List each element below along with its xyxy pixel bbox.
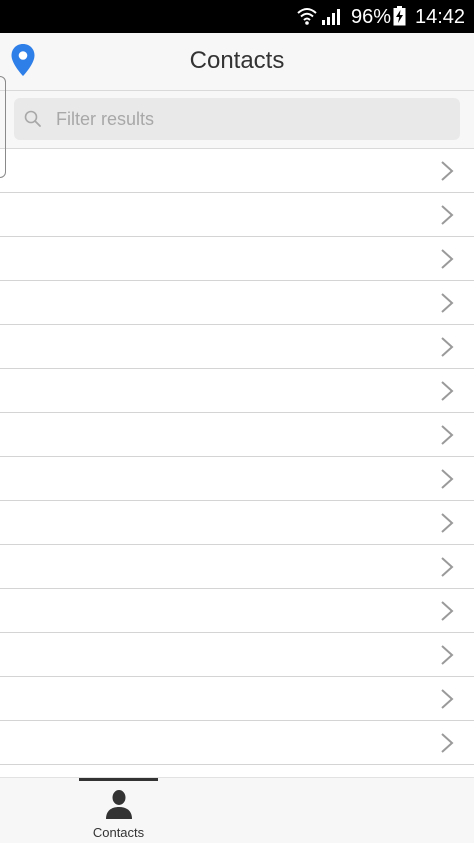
list-item[interactable]: [0, 721, 474, 765]
list-item[interactable]: [0, 633, 474, 677]
chevron-right-icon: [440, 249, 454, 274]
signal-icon: [321, 9, 341, 30]
list-item[interactable]: [0, 589, 474, 633]
list-item[interactable]: [0, 413, 474, 457]
list-item[interactable]: [0, 237, 474, 281]
list-item[interactable]: [0, 677, 474, 721]
wifi-icon: [297, 7, 317, 30]
chevron-right-icon: [440, 557, 454, 582]
battery-percent: 96%: [351, 6, 392, 28]
list-item[interactable]: [0, 193, 474, 237]
chevron-right-icon: [440, 425, 454, 450]
chevron-right-icon: [440, 161, 454, 186]
battery-charging-icon: [393, 6, 406, 31]
tab-label: Contacts: [92, 825, 145, 840]
list-item[interactable]: [0, 369, 474, 413]
list-item[interactable]: [0, 765, 474, 777]
status-bar: 96% 14:42: [0, 0, 474, 33]
tab-contacts[interactable]: Contacts: [79, 778, 158, 840]
chevron-right-icon: [440, 645, 454, 670]
chevron-right-icon: [440, 733, 454, 758]
chevron-right-icon: [440, 469, 454, 494]
chevron-right-icon: [440, 513, 454, 538]
app-header: Contacts: [0, 33, 474, 91]
contact-list: [0, 149, 474, 777]
person-icon: [105, 789, 133, 824]
chevron-right-icon: [440, 337, 454, 362]
list-item[interactable]: [0, 281, 474, 325]
search-input[interactable]: [56, 98, 446, 140]
search-bar: [0, 91, 474, 149]
chevron-right-icon: [440, 205, 454, 230]
chevron-right-icon: [440, 601, 454, 626]
chevron-right-icon: [440, 293, 454, 318]
chevron-right-icon: [440, 381, 454, 406]
list-item[interactable]: [0, 325, 474, 369]
tab-bar: Contacts: [0, 777, 474, 843]
page-title: Contacts: [189, 47, 285, 74]
chevron-right-icon: [440, 689, 454, 714]
search-icon: [24, 110, 42, 133]
drawer-handle[interactable]: [0, 76, 6, 178]
list-item[interactable]: [0, 149, 474, 193]
list-item[interactable]: [0, 457, 474, 501]
list-item[interactable]: [0, 501, 474, 545]
search-box: [14, 98, 460, 140]
list-item[interactable]: [0, 545, 474, 589]
status-time: 14:42: [415, 6, 466, 28]
